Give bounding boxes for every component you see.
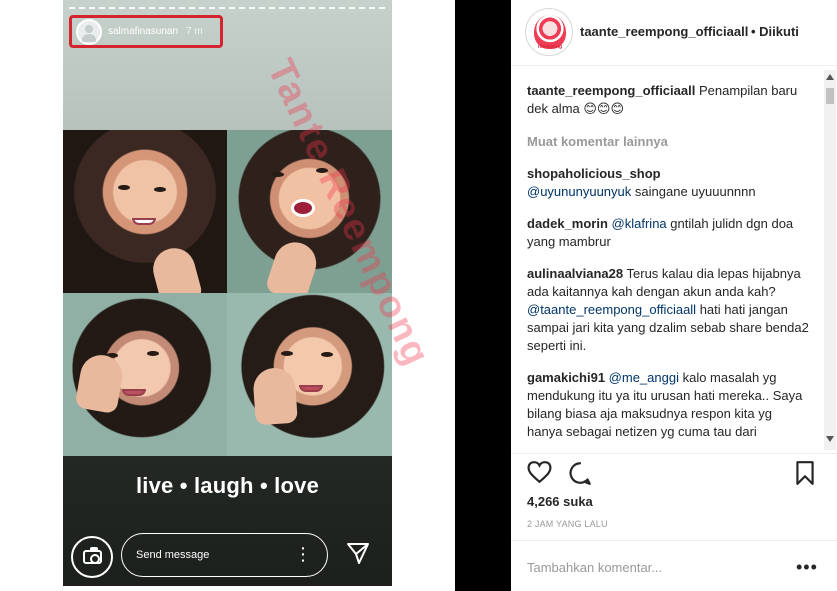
- more-options-icon[interactable]: •••: [796, 557, 818, 578]
- story-time: 7 m: [186, 26, 203, 37]
- comment-user[interactable]: dadek_morin: [527, 216, 608, 231]
- post-caption: taante_reempong_officiaall Penampilan ba…: [527, 82, 809, 118]
- comment-text: saingane uyuuunnnn: [634, 184, 756, 199]
- comment-mention[interactable]: @uyununyuunyuk: [527, 184, 631, 199]
- scroll-down-icon[interactable]: [826, 436, 834, 442]
- story-photo-bottom-right: [227, 293, 392, 456]
- post-header: reempong taante_reempong_officiaall • Di…: [511, 0, 837, 66]
- bookmark-icon[interactable]: [794, 460, 816, 486]
- comment-item: dadek_morin @klafrina gntilah julidn dgn…: [527, 215, 809, 251]
- caption-user[interactable]: taante_reempong_officiaall: [527, 83, 695, 98]
- camera-icon[interactable]: [71, 536, 113, 578]
- comment-mention[interactable]: @klafrina: [612, 216, 667, 231]
- comments-scrollbar[interactable]: [824, 70, 836, 450]
- post-time: 2 JAM YANG LALU: [527, 519, 608, 529]
- story-photo-grid: [63, 130, 392, 456]
- story-message-input[interactable]: Send message ⋮: [121, 533, 328, 577]
- comment-item: aulinaalviana28 Terus kalau dia lepas hi…: [527, 265, 809, 355]
- highlighted-story-user[interactable]: salmafinasunan 7 m: [69, 15, 223, 48]
- story-photo-bottom-left: [63, 293, 227, 456]
- story-photo-top-right: [227, 130, 392, 293]
- story-avatar: [76, 18, 102, 45]
- add-comment-bar: Tambahkan komentar... •••: [511, 540, 837, 591]
- load-more-comments[interactable]: Muat komentar lainnya: [527, 134, 809, 149]
- like-count[interactable]: 4,266 suka: [527, 494, 593, 509]
- comment-user[interactable]: aulinaalviana28: [527, 266, 623, 281]
- comment-item: shopaholicious_shop @uyununyuunyuk saing…: [527, 165, 809, 201]
- story-caption: live • laugh • love: [135, 473, 320, 498]
- story-progress-bar: [69, 7, 385, 9]
- story-photo-top-left: [63, 130, 227, 293]
- comment-user[interactable]: shopaholicious_shop: [527, 166, 661, 181]
- instagram-post-panel: reempong taante_reempong_officiaall • Di…: [511, 0, 837, 591]
- scroll-up-icon[interactable]: [826, 74, 834, 80]
- story-username: salmafinasunan: [108, 26, 179, 37]
- scroll-thumb[interactable]: [826, 88, 834, 104]
- comment-icon[interactable]: [567, 460, 593, 486]
- comment-mention[interactable]: @me_anggi: [609, 370, 679, 385]
- comment-mention[interactable]: @taante_reempong_officiaall: [527, 302, 696, 317]
- follow-status[interactable]: • Diikuti: [751, 24, 799, 39]
- instagram-story-preview: salmafinasunan 7 m live • laugh • love S…: [63, 0, 392, 586]
- comment-user[interactable]: gamakichi91: [527, 370, 605, 385]
- add-comment-input[interactable]: Tambahkan komentar...: [527, 560, 662, 575]
- divider-black-panel: [455, 0, 511, 591]
- account-name[interactable]: taante_reempong_officiaall: [580, 24, 748, 39]
- more-vertical-icon[interactable]: ⋮: [294, 545, 312, 563]
- comments-scroll-area[interactable]: taante_reempong_officiaall Penampilan ba…: [527, 82, 809, 453]
- send-icon[interactable]: [346, 541, 370, 565]
- heart-icon[interactable]: [526, 460, 553, 484]
- screenshot-stage: salmafinasunan 7 m live • laugh • love S…: [0, 0, 837, 591]
- account-avatar[interactable]: reempong: [525, 8, 573, 56]
- comment-item: gamakichi91 @me_anggi kalo masalah yg me…: [527, 369, 809, 441]
- message-placeholder: Send message: [136, 549, 210, 561]
